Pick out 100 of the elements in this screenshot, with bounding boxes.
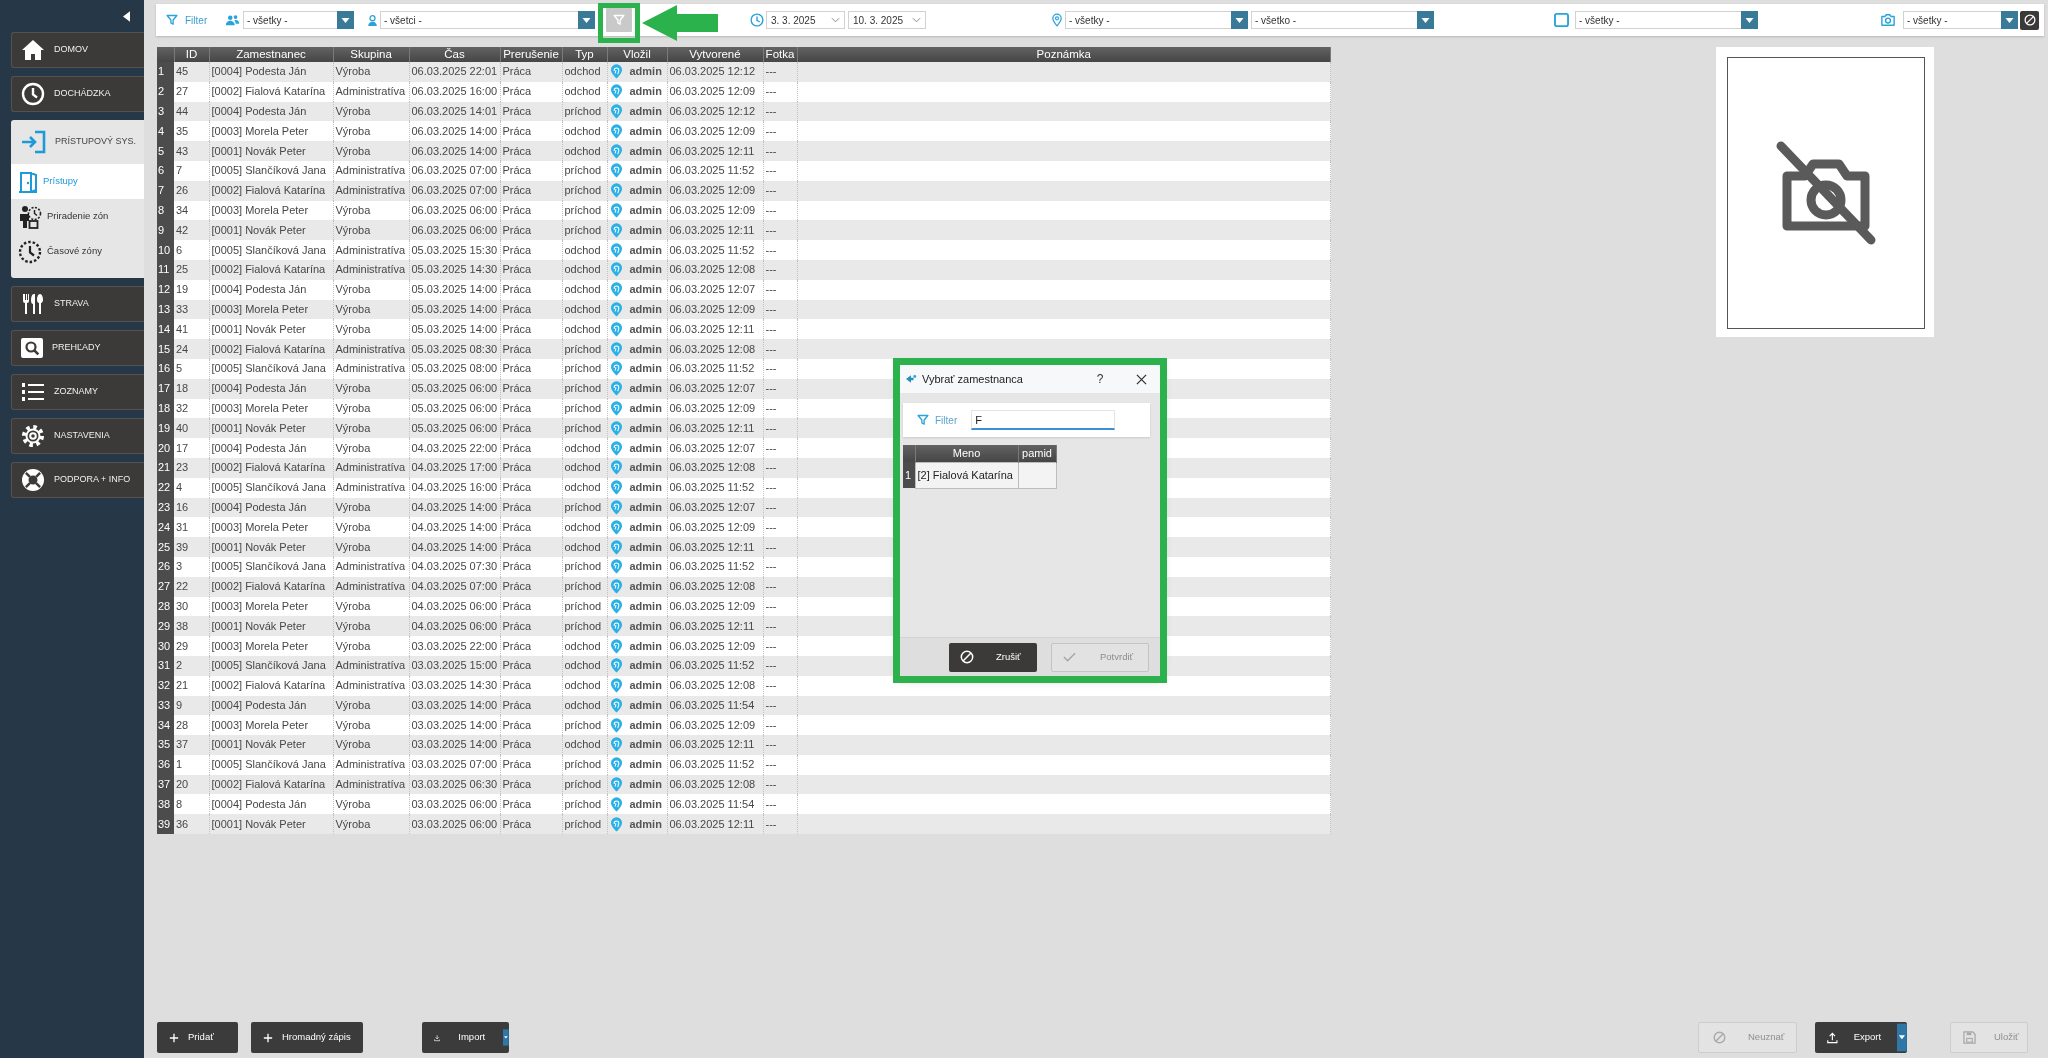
pin-icon	[609, 104, 623, 119]
column-header[interactable]: Typ	[562, 47, 607, 62]
table-cell: Práca	[500, 715, 562, 736]
list-icon	[21, 382, 45, 402]
table-cell: Práca	[500, 616, 562, 637]
column-header[interactable]: ID	[174, 47, 209, 62]
select-field[interactable]: - všetky -	[1575, 11, 1758, 29]
table-cell: admin	[629, 600, 662, 612]
column-header[interactable]: Vytvorené	[667, 47, 763, 62]
table-cell: [0001] Novák Peter	[209, 537, 333, 557]
action-button[interactable]: Pridať	[157, 1022, 238, 1053]
dropdown-button[interactable]: Export	[1815, 1022, 1907, 1053]
action-button[interactable]: Hromadný zápis	[251, 1022, 363, 1053]
collapse-icon[interactable]	[123, 10, 130, 22]
dropdown-button[interactable]: Import	[422, 1022, 509, 1053]
row-number: 25	[157, 537, 174, 557]
submenu-item[interactable]: Časové zóny	[11, 234, 144, 269]
table-cell: Výroba	[333, 814, 409, 835]
select-field[interactable]: - všetky -	[243, 11, 354, 29]
column-header[interactable]: Prerušenie	[500, 47, 562, 62]
select-field[interactable]: - všetky -	[1903, 11, 2018, 29]
column-header[interactable]: Čas	[409, 47, 500, 62]
menu-item[interactable]: NASTAVENIA	[11, 418, 144, 454]
help-button[interactable]: ?	[1092, 369, 1108, 389]
camera-icon	[1880, 13, 1896, 27]
table-cell: ---	[763, 200, 797, 221]
table-cell: 05.03.2025 14:00	[409, 319, 500, 340]
clear-button[interactable]	[2020, 10, 2039, 30]
table-cell: 37	[174, 735, 209, 755]
column-header[interactable]: Poznámka	[797, 47, 1331, 62]
gear-icon	[21, 424, 45, 448]
table-cell: 06.03.2025 11:52	[667, 240, 763, 260]
table-cell: Výroba	[333, 616, 409, 637]
pin-icon	[609, 222, 623, 238]
table-cell: admin	[629, 779, 662, 791]
table-cell: odchod	[562, 319, 607, 340]
dropdown-icon	[337, 11, 354, 29]
table-cell: Administratíva	[333, 774, 409, 795]
table-cell: admin	[629, 185, 662, 197]
table-cell: Práca	[500, 319, 562, 340]
menu-item[interactable]: PREHĽADY	[11, 330, 144, 366]
table-cell: admin	[629, 422, 662, 434]
menu-item[interactable]: DOCHÁDZKA	[11, 76, 144, 112]
table-cell: 06.03.2025 12:11	[667, 814, 763, 835]
submenu-item[interactable]: Priradenie zón	[11, 199, 144, 234]
table-cell: [0001] Novák Peter	[209, 141, 333, 161]
select-field[interactable]: - všetci -	[380, 11, 595, 29]
table-cell: admin	[629, 402, 662, 414]
table-cell: 5	[174, 358, 209, 379]
table-cell: odchod	[562, 438, 607, 458]
table-cell: ---	[763, 814, 797, 835]
table-cell: admin	[629, 165, 662, 177]
table-cell: ---	[763, 398, 797, 419]
row-number: 1	[903, 462, 915, 488]
table-cell: 04.03.2025 06:00	[409, 616, 500, 637]
table-cell[interactable]: [2] Fialová Katarína	[915, 462, 1018, 488]
person-icon	[367, 13, 378, 27]
table-cell: admin	[629, 145, 662, 157]
filter-input[interactable]: F	[971, 410, 1116, 430]
column-header[interactable]: Fotka	[763, 47, 797, 62]
table-cell: Výroba	[333, 794, 409, 815]
filter-icon	[166, 14, 178, 26]
table-cell: odchod	[562, 537, 607, 557]
table-cell: 22	[174, 576, 209, 597]
row-number: 1	[157, 62, 174, 82]
column-header[interactable]: Vložil	[607, 47, 667, 62]
select-field[interactable]: - všetko -	[1251, 11, 1434, 29]
table-cell: Výroba	[333, 715, 409, 736]
table-cell: Výroba	[333, 101, 409, 122]
table-cell: admin	[629, 798, 662, 810]
table-cell: 24	[174, 339, 209, 359]
date-field[interactable]: 3. 3. 2025	[766, 11, 845, 29]
table-cell: [0003] Morela Peter	[209, 398, 333, 419]
table-cell: Výroba	[333, 735, 409, 755]
column-header[interactable]: Meno	[915, 445, 1018, 462]
square-icon	[1554, 13, 1569, 27]
table-cell: admin	[629, 442, 662, 454]
column-header[interactable]: Skupina	[333, 47, 409, 62]
menu-item[interactable]: PODPORA + INFO	[11, 462, 144, 498]
column-header[interactable]: Zamestnanec	[209, 47, 333, 62]
table-cell: Práca	[500, 774, 562, 795]
table-cell: [0001] Novák Peter	[209, 220, 333, 241]
table-cell: 06.03.2025 12:09	[667, 121, 763, 142]
table-cell: Práca	[500, 695, 562, 716]
table-cell: 03.03.2025 06:00	[409, 814, 500, 835]
clock-icon	[750, 13, 764, 27]
dialog-title: Vybrať zamestnanca	[922, 371, 1023, 387]
table-cell: ---	[763, 735, 797, 755]
menu-item[interactable]: DOMOV	[11, 32, 144, 68]
menu-item[interactable]: ZOZNAMY	[11, 374, 144, 410]
table-cell: ---	[763, 497, 797, 518]
table-cell: 40	[174, 418, 209, 439]
column-header[interactable]: pamid	[1018, 445, 1056, 462]
save-icon	[1963, 1031, 1976, 1044]
menu-item[interactable]: PRÍSTUPOVÝ SYS.	[11, 120, 144, 164]
table-cell: príchod	[562, 220, 607, 241]
table-cell: Práca	[500, 517, 562, 538]
table-cell: [0003] Morela Peter	[209, 200, 333, 221]
date-field[interactable]: 10. 3. 2025	[848, 11, 926, 29]
select-field[interactable]: - všetky -	[1065, 11, 1248, 29]
